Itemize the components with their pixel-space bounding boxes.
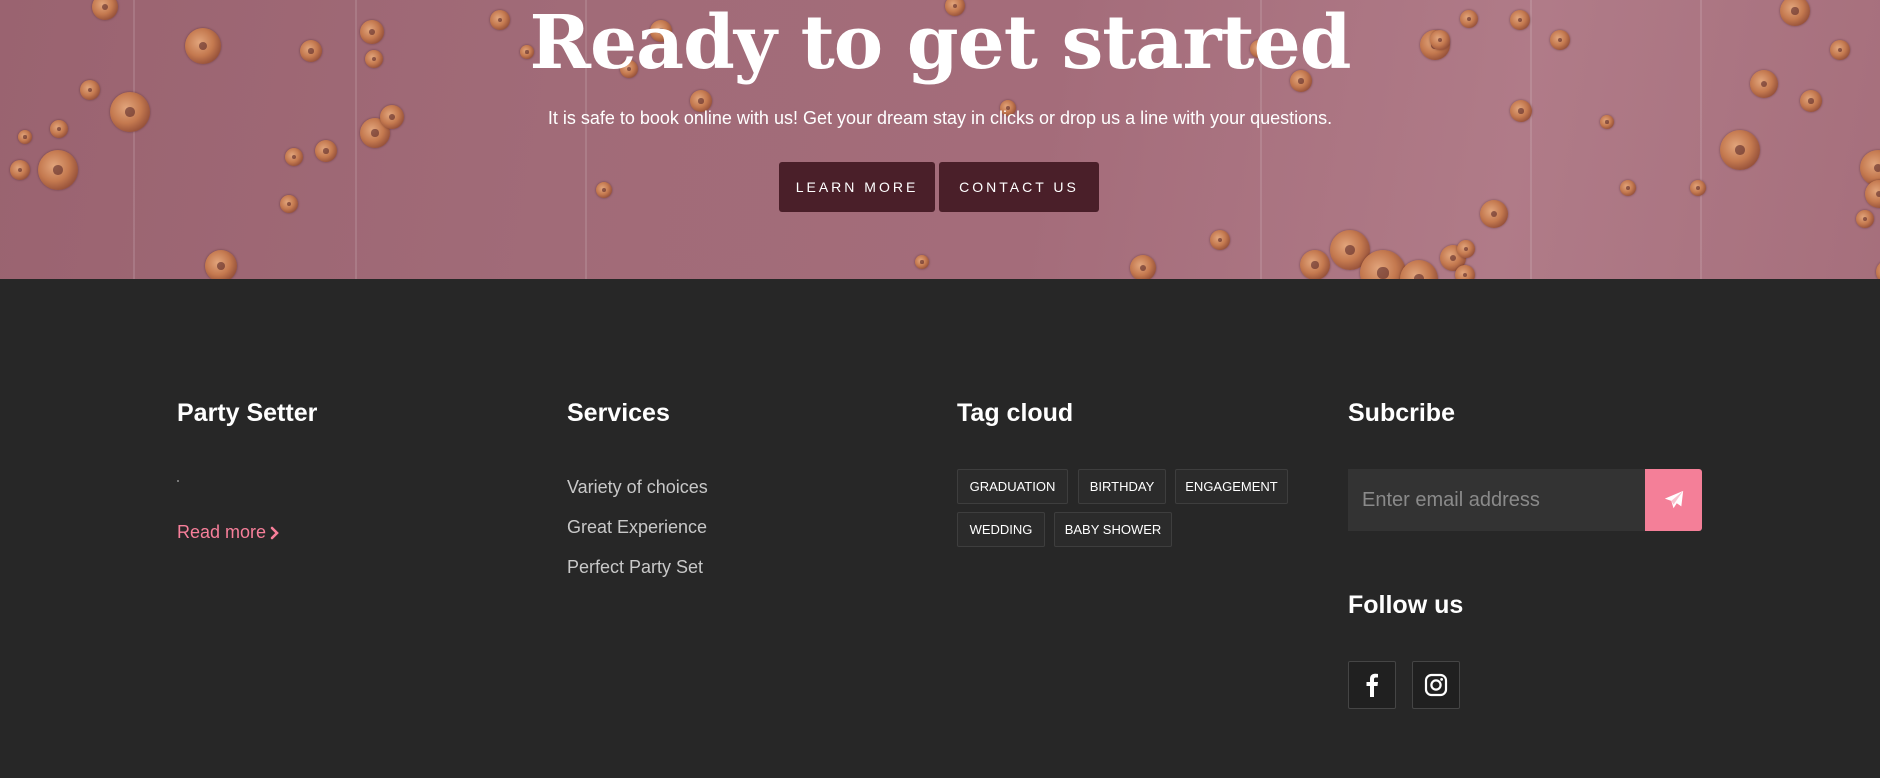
sequin <box>285 148 303 166</box>
read-more-link[interactable]: Read more <box>177 522 280 543</box>
service-link[interactable]: Perfect Party Set <box>567 557 703 578</box>
sequin <box>1457 240 1475 258</box>
instagram-button[interactable] <box>1412 661 1460 709</box>
sequin <box>596 182 612 198</box>
chevron-right-icon <box>270 526 279 539</box>
read-more-label: Read more <box>177 522 267 542</box>
sequin <box>1300 250 1330 279</box>
sequin <box>1455 265 1475 279</box>
sequin <box>315 140 337 162</box>
instagram-icon <box>1424 673 1448 697</box>
hero-subtitle: It is safe to book online with us! Get y… <box>547 108 1333 128</box>
hero-buttons: LEARN MORE CONTACT US <box>779 162 1099 212</box>
subscribe-button[interactable] <box>1645 469 1702 531</box>
tag-graduation[interactable]: GRADUATION <box>957 469 1068 504</box>
sequin <box>38 150 78 190</box>
paper-plane-icon <box>1664 490 1683 509</box>
follow-column: Follow us <box>1348 591 1463 620</box>
sequin <box>10 160 30 180</box>
sequin <box>1876 260 1880 279</box>
about-title: Party Setter <box>177 399 318 427</box>
sequin <box>205 250 237 279</box>
email-input[interactable] <box>1348 469 1645 531</box>
sequin <box>1720 130 1760 170</box>
facebook-button[interactable] <box>1348 661 1396 709</box>
sequin <box>915 255 929 269</box>
tag-cloud-column: Tag cloud <box>957 399 1073 428</box>
sequin <box>280 195 298 213</box>
tag-engagement[interactable]: ENGAGEMENT <box>1175 469 1288 504</box>
tag-baby-shower[interactable]: BABY SHOWER <box>1054 512 1172 547</box>
sequin <box>1400 260 1438 279</box>
contact-us-button[interactable]: CONTACT US <box>939 162 1099 212</box>
subscribe-form <box>1348 469 1702 531</box>
service-link[interactable]: Variety of choices <box>567 477 708 498</box>
hero-banner: Ready to get started It is safe to book … <box>0 0 1880 279</box>
sequin <box>1480 200 1508 228</box>
facebook-icon <box>1366 673 1378 697</box>
sequin <box>1620 180 1636 196</box>
subscribe-column: Subcribe <box>1348 399 1455 428</box>
service-link[interactable]: Great Experience <box>567 517 707 538</box>
tag-wedding[interactable]: WEDDING <box>957 512 1045 547</box>
services-title: Services <box>567 399 670 427</box>
sequin <box>1690 180 1706 196</box>
about-dot <box>177 480 179 482</box>
sequin <box>1210 230 1230 250</box>
tag-cloud-title: Tag cloud <box>957 399 1074 427</box>
about-column: Party Setter <box>177 399 317 428</box>
tag-birthday[interactable]: BIRTHDAY <box>1078 469 1166 504</box>
learn-more-button[interactable]: LEARN MORE <box>779 162 935 212</box>
sequin <box>1130 255 1156 279</box>
sequin <box>18 130 32 144</box>
services-column: Services <box>567 399 670 428</box>
sequin <box>1856 210 1874 228</box>
hero-title: Ready to get started <box>529 0 1352 86</box>
subscribe-title: Subcribe <box>1348 399 1455 427</box>
follow-title: Follow us <box>1348 591 1464 619</box>
sequin <box>1865 180 1880 208</box>
